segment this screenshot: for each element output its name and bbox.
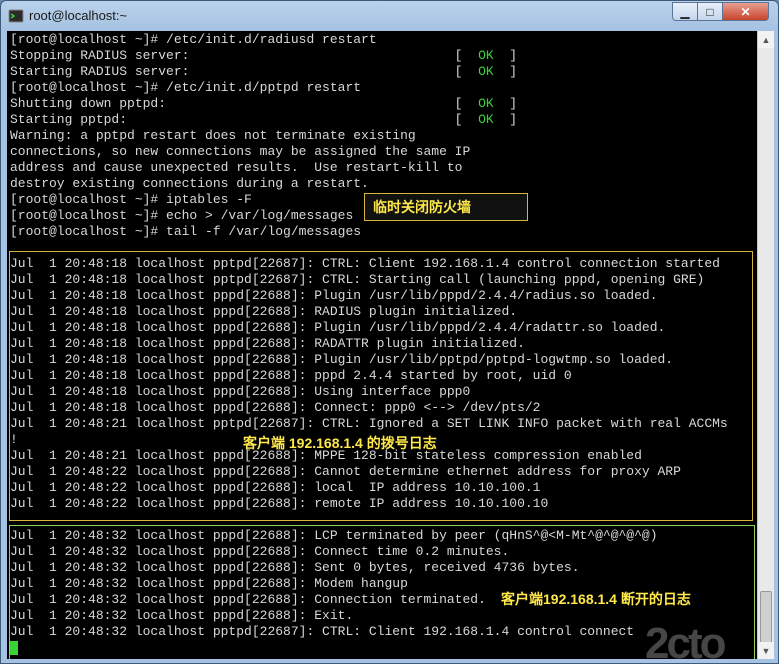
firewall-annotation: 临时关闭防火墙	[364, 193, 528, 221]
terminal-line: destroy existing connections during a re…	[10, 176, 369, 192]
line-text: [root@localhost ~]# /etc/init.d/radiusd …	[10, 32, 377, 47]
terminal-line: [root@localhost ~]# /etc/init.d/radiusd …	[10, 32, 377, 48]
terminal-output[interactable]: [root@localhost ~]# /etc/init.d/radiusd …	[7, 31, 757, 659]
terminal-line: address and cause unexpected results. Us…	[10, 160, 462, 176]
close-icon: ✕	[740, 4, 751, 19]
line-text: Shutting down pptpd: [	[10, 96, 479, 111]
status-bracket: ]	[493, 112, 518, 127]
terminal-line: [root@localhost ~]# tail -f /var/log/mes…	[10, 224, 361, 240]
terminal-app-icon	[8, 9, 24, 23]
line-text: Warning: a pptpd restart does not termin…	[10, 128, 416, 143]
line-text: [root@localhost ~]# tail -f /var/log/mes…	[10, 224, 362, 239]
line-text: [root@localhost ~]# echo > /var/log/mess…	[10, 208, 354, 223]
terminal-line: [root@localhost ~]# /etc/init.d/pptpd re…	[10, 80, 361, 96]
scroll-up-arrow-icon[interactable]: ▲	[758, 31, 774, 48]
line-text: [root@localhost ~]# iptables -F	[10, 192, 252, 207]
close-button[interactable]: ✕	[722, 2, 769, 21]
terminal-line: Shutting down pptpd: [ OK ]	[10, 96, 517, 112]
minimize-icon: ▁	[680, 4, 690, 19]
status-bracket: ]	[493, 64, 518, 79]
maximize-button[interactable]: □	[697, 2, 723, 21]
status-ok: OK	[478, 48, 494, 63]
status-ok: OK	[478, 64, 494, 79]
terminal-line: Warning: a pptpd restart does not termin…	[10, 128, 416, 144]
watermark: 2cto	[645, 619, 727, 659]
line-text: destroy existing connections during a re…	[10, 176, 369, 191]
line-text: [root@localhost ~]# /etc/init.d/pptpd re…	[10, 80, 362, 95]
status-bracket: ]	[493, 48, 518, 63]
scroll-down-arrow-icon[interactable]: ▼	[758, 642, 774, 659]
disconnect-annotation: 客户端192.168.1.4 断开的日志	[501, 591, 691, 607]
line-text: connections, so new connections may be a…	[10, 144, 471, 159]
line-text: Stopping RADIUS server: [	[10, 48, 479, 63]
vertical-scrollbar[interactable]: ▲ ▼	[757, 31, 774, 659]
minimize-button[interactable]: ▁	[672, 2, 698, 21]
terminal-line: Starting RADIUS server: [ OK ]	[10, 64, 517, 80]
terminal-line: [root@localhost ~]# iptables -F	[10, 192, 252, 208]
terminal-line: Stopping RADIUS server: [ OK ]	[10, 48, 517, 64]
terminal-line: Starting pptpd: [ OK ]	[10, 112, 517, 128]
window-title: root@localhost:~	[29, 8, 128, 23]
terminal-line: [root@localhost ~]# echo > /var/log/mess…	[10, 208, 353, 224]
line-text: Starting RADIUS server: [	[10, 64, 479, 79]
terminal-cursor	[10, 641, 18, 655]
dialup-annotation: 客户端 192.168.1.4 的拨号日志	[243, 435, 437, 451]
status-ok: OK	[478, 112, 494, 127]
title-bar[interactable]: root@localhost:~ ▁ □ ✕	[1, 1, 778, 31]
line-text: Starting pptpd: [	[10, 112, 479, 127]
maximize-icon: □	[706, 4, 714, 19]
terminal-window: root@localhost:~ ▁ □ ✕ [root@localhost ~…	[0, 0, 779, 664]
dialup-log-highlight	[9, 251, 753, 521]
terminal-line: connections, so new connections may be a…	[10, 144, 470, 160]
status-bracket: ]	[493, 96, 518, 111]
line-text: address and cause unexpected results. Us…	[10, 160, 463, 175]
status-ok: OK	[478, 96, 494, 111]
